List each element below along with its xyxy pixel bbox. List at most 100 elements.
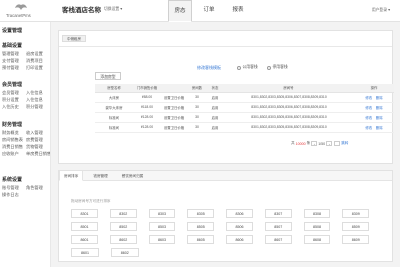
room-tile[interactable]: 8502 xyxy=(109,222,137,231)
sidebar-heading: 设置管理 xyxy=(2,28,23,34)
room-tile[interactable]: 8308 xyxy=(303,209,331,218)
room-tile[interactable]: 8601 xyxy=(71,248,99,257)
room-tile[interactable]: 8605 xyxy=(187,235,215,244)
prev-page-button[interactable]: ‹ xyxy=(311,141,318,146)
sidebar-item[interactable]: 单房费日销售 xyxy=(26,150,50,157)
delete-link[interactable]: 删除 xyxy=(376,106,383,110)
radio-icon[interactable] xyxy=(237,65,241,70)
sidebar-item[interactable]: 退房设置 xyxy=(26,50,50,57)
table-row: 大床房 ¥88.00 设置卫日价格 30 启用 8301,8302,8303,8… xyxy=(95,92,394,103)
next-page-button[interactable]: › xyxy=(326,141,333,146)
table-header-row: 房型名称 门市销售价格 房间数 状态 房间号 操作 xyxy=(95,84,394,93)
room-count: 30 xyxy=(187,92,207,103)
sidebar-item[interactable]: 支付管理 xyxy=(2,57,26,64)
nav-room-status[interactable]: 房态 xyxy=(168,0,192,22)
sidebar-section-title: 会员管理 xyxy=(2,82,23,88)
tab-room-type[interactable]: 中储租房 xyxy=(62,35,86,42)
sidebar-item[interactable]: 打印设置 xyxy=(26,64,50,71)
room-tile[interactable]: 8601 xyxy=(71,235,98,244)
room-tile[interactable]: 8307 xyxy=(264,209,292,218)
edit-template-link[interactable]: 修改客栈模板 xyxy=(197,65,221,71)
room-tile[interactable]: 8303 xyxy=(148,209,176,218)
tab-hourly-room[interactable]: 钱房管理 xyxy=(89,171,111,181)
sidebar-section-basic: 基础设置 管理管理 退房设置 支付管理 消费项目 预付管理 打印设置 xyxy=(2,43,50,71)
sidebar-item[interactable]: 消费日销售 xyxy=(2,143,26,150)
sidebar-item[interactable]: 角色管理 xyxy=(26,184,50,191)
user-login-dropdown[interactable]: 用户登录 ▾ xyxy=(372,7,390,13)
sidebar-item[interactable]: 预付管理 xyxy=(2,64,26,71)
room-tile[interactable]: 8603 xyxy=(148,235,176,244)
sidebar-section-member: 会员管理 会员管理 入住信息 积分设置 入住信息 入住历史 积分管理 xyxy=(2,82,50,110)
room-tile[interactable]: 8602 xyxy=(110,248,139,257)
pager-page: 1/50 xyxy=(318,141,326,146)
nav-orders[interactable]: 订单 xyxy=(197,0,221,22)
sidebar-item[interactable]: 消费项目 xyxy=(26,57,50,64)
edit-link[interactable]: 修改 xyxy=(365,96,372,100)
sidebar-item[interactable]: 积分管理 xyxy=(26,103,50,110)
room-tile[interactable]: 8501 xyxy=(71,222,98,231)
sidebar-item[interactable]: 入住信息 xyxy=(26,89,50,96)
room-tile[interactable]: 8507 xyxy=(264,222,292,231)
set-weekday-price-link[interactable]: 设置卫日价格 xyxy=(161,102,187,113)
room-tile[interactable]: 8508 xyxy=(303,222,331,231)
column-header: 房型名称 xyxy=(95,84,133,93)
room-tile[interactable]: 8606 xyxy=(226,235,253,244)
room-tile[interactable]: 8309 xyxy=(342,209,370,218)
room-tile[interactable]: 8509 xyxy=(342,222,370,231)
main-nav: 房态 订单 报表 xyxy=(168,0,255,22)
column-header: 房间数 xyxy=(187,84,207,93)
sidebar-item[interactable]: 财务概览 xyxy=(2,129,26,136)
edit-link[interactable]: 修改 xyxy=(365,126,372,130)
room-price: ¥128.00 xyxy=(133,122,161,133)
delete-link[interactable]: 删除 xyxy=(376,116,383,120)
add-room-type-button[interactable]: 添加房型 xyxy=(95,72,121,80)
room-tile[interactable]: 8602 xyxy=(109,235,137,244)
sidebar-item[interactable]: 积分设置 xyxy=(2,96,26,103)
mode-option-disabled[interactable]: 停用客栈 xyxy=(267,65,288,70)
set-weekday-price-link[interactable]: 设置卫日价格 xyxy=(161,92,187,103)
sidebar-item[interactable]: 管理管理 xyxy=(2,50,26,57)
room-count: 30 xyxy=(187,122,207,133)
set-weekday-price-link[interactable]: 设置卫日价格 xyxy=(161,122,187,133)
sidebar-item[interactable]: 收入管理 xyxy=(26,129,50,136)
room-tile[interactable]: 8505 xyxy=(187,222,215,231)
room-type-name: 标准间 xyxy=(95,122,133,133)
sidebar-item[interactable]: 入住历史 xyxy=(2,103,26,110)
delete-link[interactable]: 删除 xyxy=(376,96,383,100)
room-tile[interactable]: 8607 xyxy=(264,235,292,244)
nav-reports[interactable]: 报表 xyxy=(226,0,250,22)
page-number-input[interactable] xyxy=(334,141,341,146)
radio-icon[interactable] xyxy=(267,65,271,70)
sidebar-item[interactable]: 会员管理 xyxy=(2,89,26,96)
room-tile[interactable]: 8305 xyxy=(187,209,215,218)
sidebar-section-title: 系统设置 xyxy=(2,177,23,183)
logo-icon xyxy=(15,4,27,10)
set-weekday-price-link[interactable]: 设置卫日价格 xyxy=(161,112,187,123)
room-count: 30 xyxy=(187,102,207,113)
room-tile[interactable]: 8608 xyxy=(303,235,331,244)
tab-room-sort[interactable]: 房间排序 xyxy=(59,171,84,181)
sidebar-item[interactable]: 操作日志 xyxy=(2,191,26,198)
room-tile[interactable]: 8302 xyxy=(109,209,137,218)
room-tile[interactable]: 8503 xyxy=(148,222,176,231)
mode-option-public[interactable]: 公用客栈 xyxy=(237,65,258,70)
table-row: 标准间 ¥128.00 设置卫日价格 30 启用 8301,8302,8303,… xyxy=(95,122,394,133)
go-page-button[interactable]: 跳转 xyxy=(341,141,348,146)
room-numbers: 8301,8302,8303,8305,8306,8307,8308,8309,… xyxy=(223,102,354,113)
sidebar-item[interactable]: 房费管理 xyxy=(26,136,50,143)
sidebar-item[interactable]: 货物管理 xyxy=(26,143,50,150)
room-tile[interactable]: 8609 xyxy=(342,235,370,244)
switch-setting-dropdown[interactable]: 切换设置 ▾ xyxy=(104,6,122,12)
room-price: ¥88.00 xyxy=(133,92,161,103)
tab-catering-room[interactable]: 餐饮房间归属 xyxy=(118,171,148,181)
delete-link[interactable]: 删除 xyxy=(376,126,383,130)
room-tile[interactable]: 8506 xyxy=(226,222,253,231)
sidebar-item[interactable]: 房间销售表 xyxy=(2,136,26,143)
sidebar-item[interactable]: 账号管理 xyxy=(2,184,26,191)
edit-link[interactable]: 修改 xyxy=(365,116,372,120)
edit-link[interactable]: 修改 xyxy=(365,106,372,110)
sidebar-item[interactable]: 应收账户 xyxy=(2,150,26,157)
room-tile[interactable]: 8306 xyxy=(226,209,253,218)
room-tile[interactable]: 8301 xyxy=(71,209,98,218)
sidebar-item[interactable]: 入住信息 xyxy=(26,96,50,103)
